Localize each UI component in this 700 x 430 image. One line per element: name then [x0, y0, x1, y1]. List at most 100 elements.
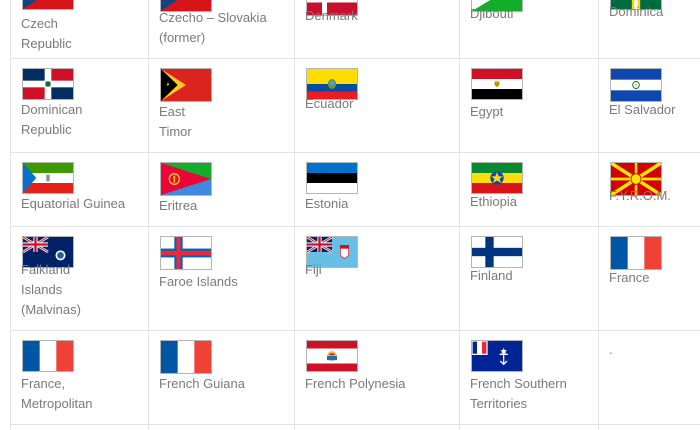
- country-name-line: Ethiopia: [470, 194, 517, 209]
- country-name[interactable]: Ecuador: [305, 94, 454, 114]
- country-name-line: Falkland: [21, 262, 71, 277]
- country-name-line: Ecuador: [305, 96, 354, 111]
- country-cell[interactable]: El Salvador: [598, 58, 700, 152]
- country-name-line: Dominican: [21, 102, 83, 117]
- country-cell[interactable]: Ecuador: [294, 58, 459, 152]
- country-name-line: .: [609, 342, 613, 357]
- french-guiana-flag[interactable]: [160, 340, 212, 374]
- country-name-line: Denmark: [305, 8, 358, 23]
- finland-flag[interactable]: [471, 236, 523, 268]
- country-cell[interactable]: East Timor: [148, 58, 294, 152]
- country-cell[interactable]: French Polynesia: [294, 330, 459, 426]
- country-name-line: Equatorial Guinea: [21, 196, 126, 211]
- ethiopia-flag[interactable]: [471, 162, 523, 194]
- country-cell[interactable]: Czech Republic: [10, 0, 148, 58]
- country-name[interactable]: F.Y.R.O.M.: [609, 186, 695, 206]
- country-name[interactable]: French Polynesia: [305, 374, 454, 394]
- country-cell[interactable]: Finland: [459, 226, 598, 330]
- country-name[interactable]: Dominican Republic: [21, 100, 143, 140]
- country-cell[interactable]: Eritrea: [148, 152, 294, 226]
- country-name-line: (former): [159, 30, 206, 45]
- country-cell[interactable]: Denmark: [294, 0, 459, 58]
- country-name[interactable]: French Southern Territories: [470, 374, 593, 414]
- country-name[interactable]: Fiji: [305, 260, 454, 280]
- country-name-line: Czecho – Slovakia: [159, 10, 267, 25]
- country-cell[interactable]: Dominica: [598, 0, 700, 58]
- country-name-line: F.Y.R.O.M.: [609, 188, 671, 203]
- country-name-line: Fiji: [305, 262, 322, 277]
- country-name[interactable]: Finland: [470, 266, 593, 286]
- country-name-line: Territories: [470, 396, 528, 411]
- country-name-line: East: [159, 104, 186, 119]
- country-name[interactable]: Djibouti: [470, 4, 593, 24]
- country-cell[interactable]: France, Metropolitan: [10, 330, 148, 426]
- equatorial-guinea-flag[interactable]: [22, 162, 74, 194]
- country-name[interactable]: El Salvador: [609, 100, 695, 120]
- country-name[interactable]: .: [609, 340, 695, 360]
- country-name[interactable]: Eritrea: [159, 196, 289, 216]
- country-name[interactable]: France: [609, 268, 695, 288]
- country-cell[interactable]: Equatorial Guinea: [10, 152, 148, 226]
- country-name-line: France,: [21, 376, 66, 391]
- eritrea-flag[interactable]: [160, 162, 212, 196]
- country-name-line: French Guiana: [159, 376, 245, 391]
- country-name-line: Eritrea: [159, 198, 198, 213]
- country-cell[interactable]: Czecho – Slovakia (former): [148, 0, 294, 58]
- country-cell[interactable]: Estonia: [294, 152, 459, 226]
- egypt-flag[interactable]: [471, 68, 523, 100]
- country-name[interactable]: Czech Republic: [21, 14, 143, 54]
- country-name[interactable]: East Timor: [159, 102, 289, 142]
- country-name-line: France: [609, 270, 650, 285]
- country-cell[interactable]: French Guiana: [148, 330, 294, 426]
- country-name-line: Timor: [159, 124, 192, 139]
- country-name-line: El Salvador: [609, 102, 676, 117]
- country-cell[interactable]: Djibouti: [459, 0, 598, 58]
- country-cell[interactable]: Faroe Islands: [148, 226, 294, 330]
- french-polynesia-flag[interactable]: [306, 340, 358, 372]
- country-name-line: Dominica: [609, 4, 664, 19]
- france-metropolitan-flag[interactable]: [22, 340, 74, 372]
- country-name-line: (Malvinas): [21, 302, 81, 317]
- country-name[interactable]: Ethiopia: [470, 192, 593, 212]
- country-name[interactable]: Dominica: [609, 2, 695, 22]
- country-flag-grid: Czech Republic Czecho – Slovakia (former) De…: [0, 0, 700, 430]
- country-name-line: Faroe Islands: [159, 274, 238, 289]
- country-cell[interactable]: Egypt: [459, 58, 598, 152]
- country-cell[interactable]: Fiji: [294, 226, 459, 330]
- country-name-line: Republic: [21, 122, 72, 137]
- country-name[interactable]: France, Metropolitan: [21, 374, 143, 414]
- east-timor-flag[interactable]: [160, 68, 212, 102]
- czech-republic-flag[interactable]: [22, 0, 74, 10]
- country-name-line: French Southern: [470, 376, 567, 391]
- country-name[interactable]: French Guiana: [159, 374, 289, 394]
- country-name[interactable]: Czecho – Slovakia (former): [159, 8, 289, 48]
- country-cell[interactable]: .: [598, 330, 700, 426]
- country-cell[interactable]: Ethiopia: [459, 152, 598, 226]
- country-name-line: Estonia: [305, 196, 349, 211]
- country-name-line: Republic: [21, 36, 72, 51]
- country-name-line: Djibouti: [470, 6, 514, 21]
- country-name[interactable]: Falkland Islands (Malvinas): [21, 260, 143, 320]
- country-cell[interactable]: Falkland Islands (Malvinas): [10, 226, 148, 330]
- country-cell[interactable]: Dominican Republic: [10, 58, 148, 152]
- country-name[interactable]: Faroe Islands: [159, 272, 289, 292]
- french-southern-territories-flag[interactable]: [471, 340, 523, 372]
- faroe-islands-flag[interactable]: [160, 236, 212, 270]
- country-name-line: Czech: [21, 16, 58, 31]
- el-salvador-flag[interactable]: [610, 68, 662, 102]
- country-cell[interactable]: French Southern Territories: [459, 330, 598, 426]
- dominican-republic-flag[interactable]: [22, 68, 74, 100]
- country-name-line: Islands: [21, 282, 63, 297]
- country-name[interactable]: Equatorial Guinea: [21, 194, 143, 214]
- estonia-flag[interactable]: [306, 162, 358, 194]
- france-flag[interactable]: [610, 236, 662, 270]
- country-name[interactable]: Estonia: [305, 194, 454, 214]
- country-name-line: Metropolitan: [21, 396, 93, 411]
- country-name[interactable]: Egypt: [470, 102, 593, 122]
- country-name-line: Finland: [470, 268, 513, 283]
- country-cell[interactable]: F.Y.R.O.M.: [598, 152, 700, 226]
- country-cell[interactable]: France: [598, 226, 700, 330]
- country-name-line: Egypt: [470, 104, 504, 119]
- country-name[interactable]: Denmark: [305, 6, 454, 26]
- country-name-line: French Polynesia: [305, 376, 406, 391]
